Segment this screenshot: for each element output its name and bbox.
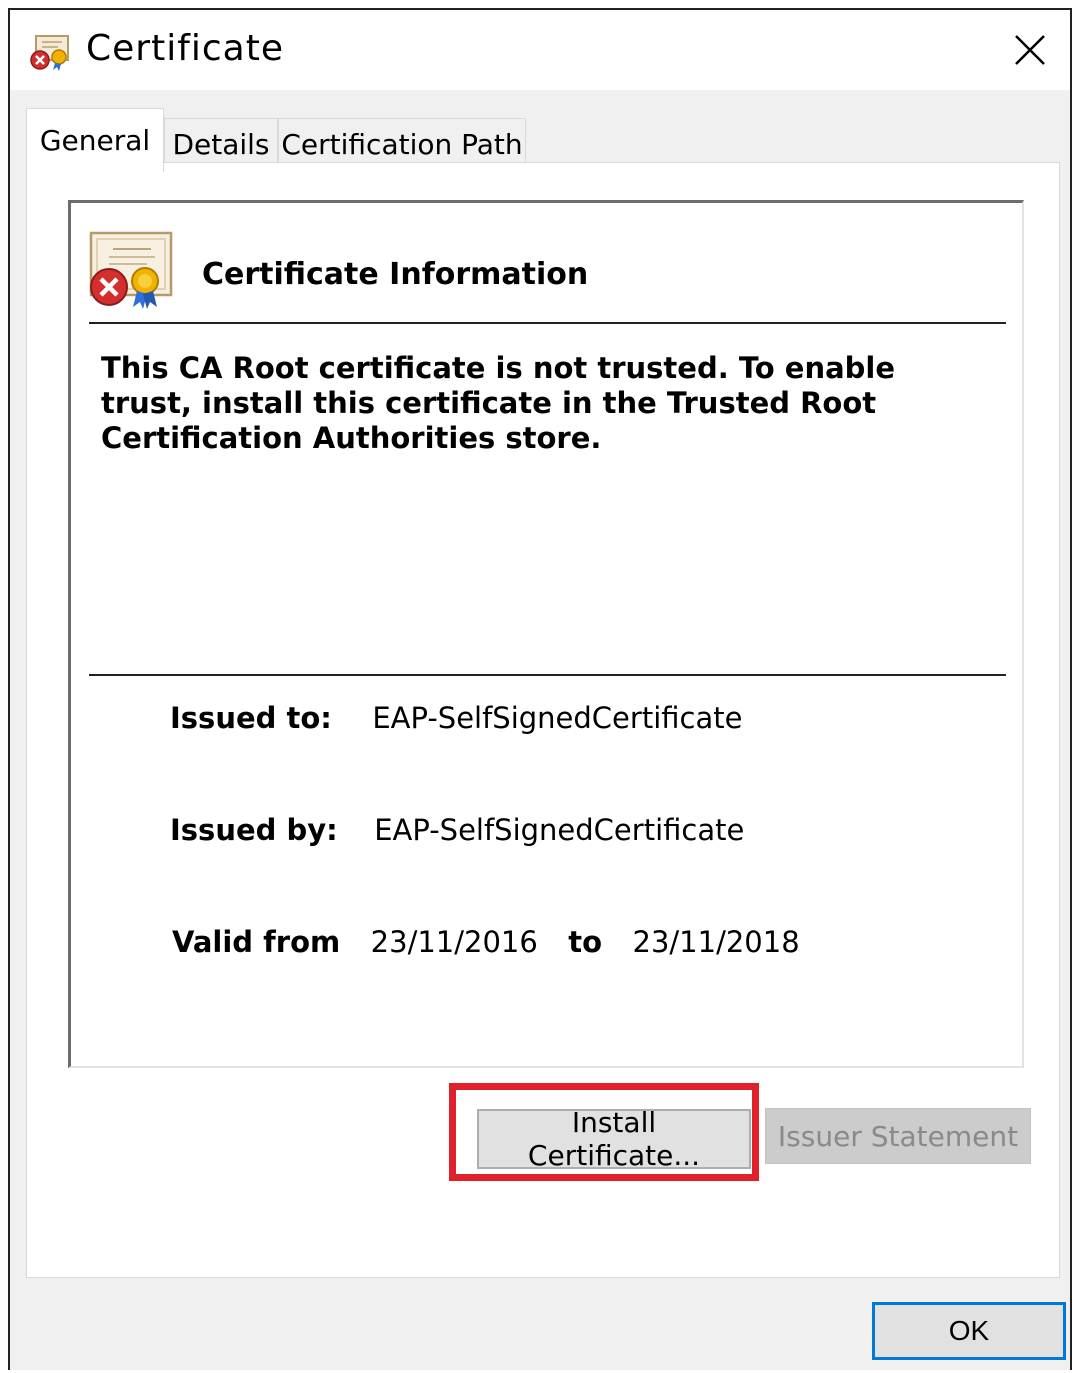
issued-to-value: EAP-SelfSignedCertificate [372, 701, 743, 735]
validity-row: Valid from 23/11/2016 to 23/11/2018 [172, 925, 800, 959]
certificate-information-box: Certificate Information This CA Root cer… [68, 200, 1024, 1068]
valid-from-label: Valid from [172, 925, 341, 959]
tab-label: Details [172, 128, 270, 161]
tab-general[interactable]: General [26, 108, 164, 172]
issued-by-row: Issued by: EAP-SelfSignedCertificate [170, 813, 744, 847]
valid-from-value: 23/11/2016 [370, 925, 538, 959]
trust-warning-message: This CA Root certificate is not trusted.… [101, 351, 896, 455]
issuer-statement-button: Issuer Statement [765, 1108, 1031, 1164]
install-certificate-button[interactable]: Install Certificate... [477, 1106, 751, 1172]
divider [89, 322, 1006, 324]
close-button[interactable] [990, 10, 1070, 90]
certificate-dialog: Certificate General Details Certificatio… [8, 8, 1072, 1370]
tab-label: Certification Path [281, 128, 523, 161]
valid-to-label: to [568, 925, 603, 959]
tab-label: General [39, 124, 151, 157]
certificate-information-heading: Certificate Information [202, 257, 589, 292]
ok-button[interactable]: OK [872, 1302, 1066, 1360]
certificate-error-large-icon [89, 231, 173, 309]
issued-by-value: EAP-SelfSignedCertificate [374, 813, 745, 847]
title-bar: Certificate [10, 10, 1070, 90]
divider [89, 674, 1006, 676]
close-icon [1015, 35, 1045, 65]
certificate-error-icon [30, 35, 69, 71]
valid-to-value: 23/11/2018 [632, 925, 800, 959]
issued-to-label: Issued to: [170, 701, 332, 735]
issued-to-row: Issued to: EAP-SelfSignedCertificate [170, 701, 742, 735]
issued-by-label: Issued by: [170, 813, 338, 847]
general-panel: Certificate Information This CA Root cer… [26, 162, 1060, 1278]
window-title: Certificate [86, 28, 284, 69]
